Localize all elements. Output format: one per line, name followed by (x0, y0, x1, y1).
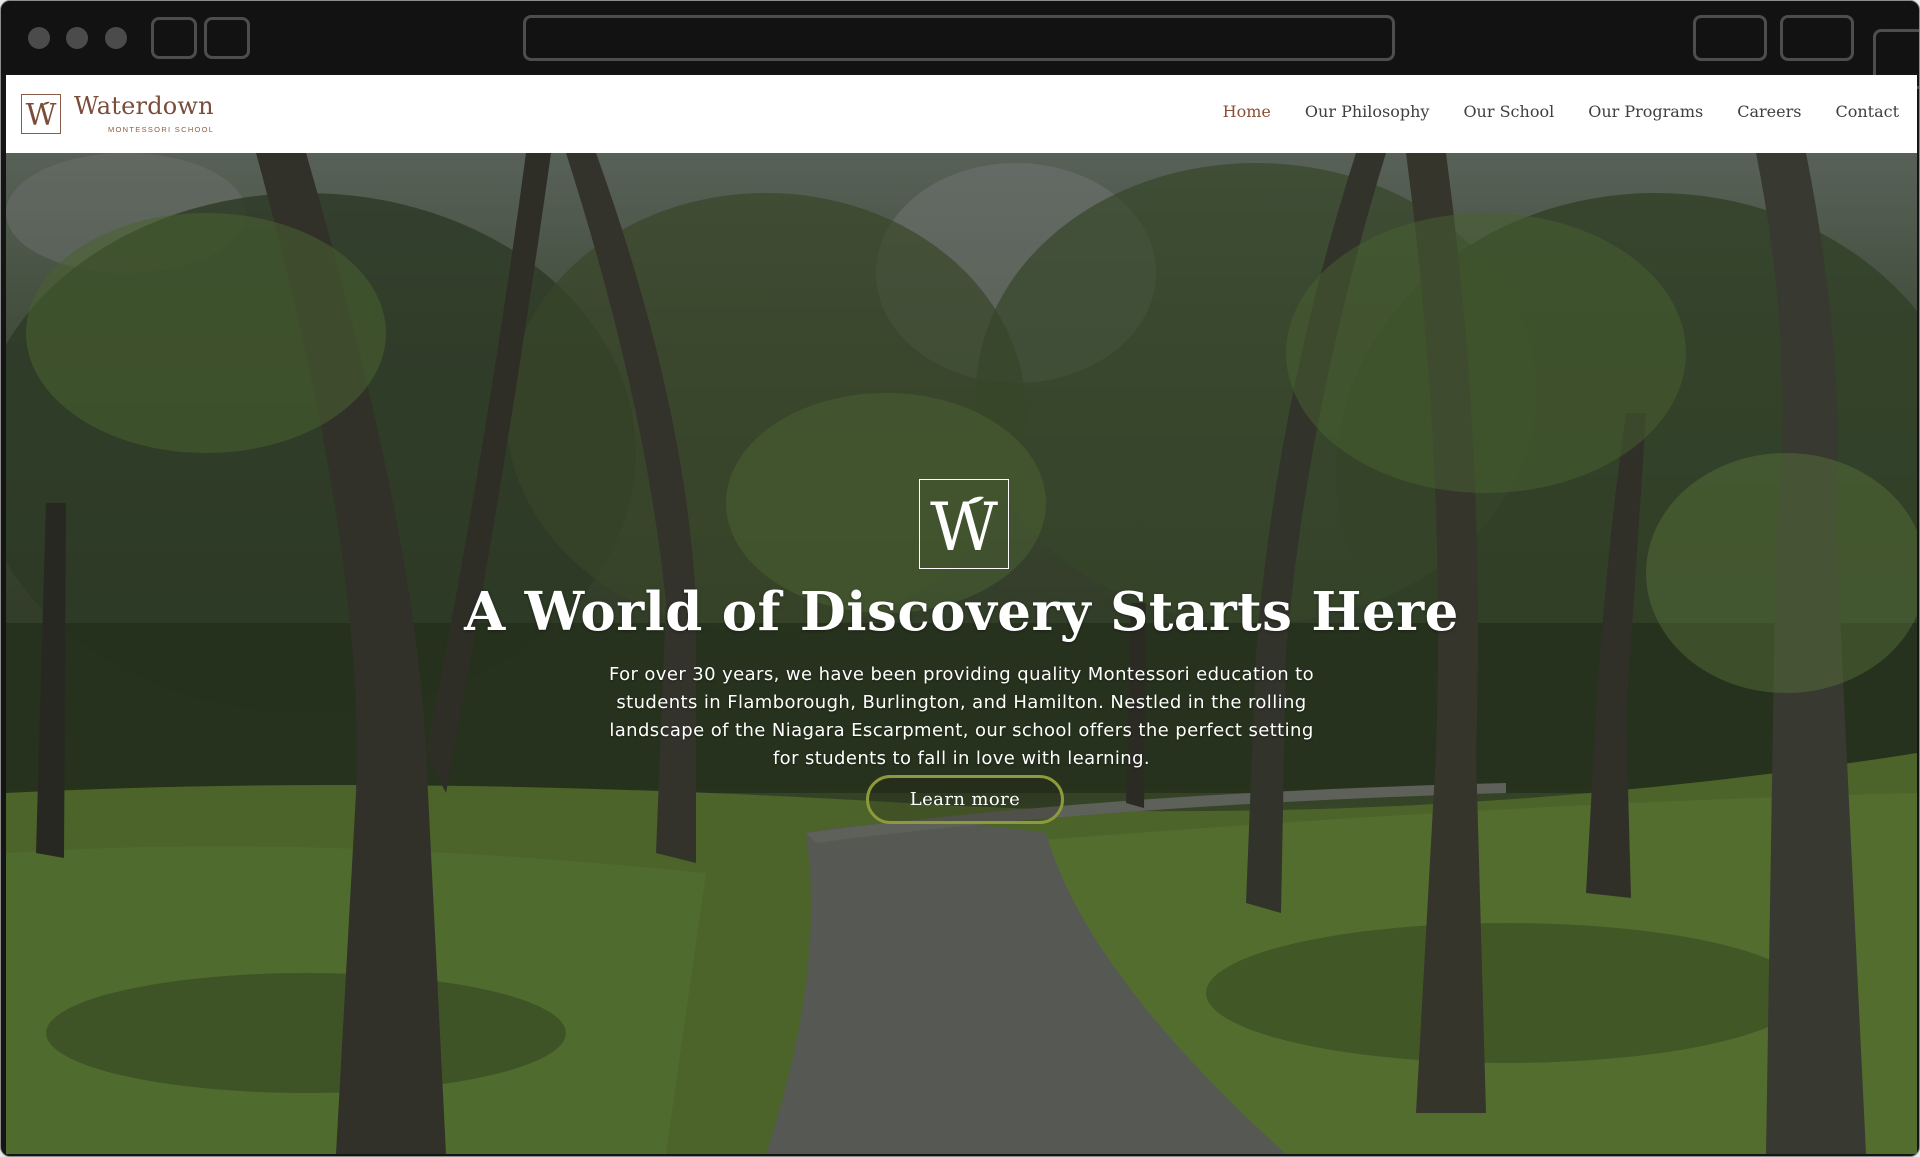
hero-title: A World of Discovery Starts Here (464, 581, 1459, 643)
main-nav: Home Our Philosophy Our School Our Progr… (1223, 102, 1899, 121)
nav-contact[interactable]: Contact (1835, 102, 1899, 121)
nav-our-school[interactable]: Our School (1463, 102, 1554, 121)
tabs-button[interactable] (1780, 15, 1854, 61)
browser-window: W Waterdown MONTESSORI SCHOOL Home Our P… (0, 0, 1920, 1157)
close-window-icon[interactable] (28, 27, 50, 49)
nav-our-programs[interactable]: Our Programs (1588, 102, 1703, 121)
share-button[interactable] (1693, 15, 1767, 61)
forward-button[interactable] (204, 17, 250, 59)
minimize-window-icon[interactable] (66, 27, 88, 49)
brand-subtitle: MONTESSORI SCHOOL (108, 125, 215, 134)
hero-description: For over 30 years, we have been providin… (608, 664, 1315, 769)
address-bar[interactable] (523, 15, 1395, 61)
hero-section: W A World of Discovery Starts Here For o… (6, 153, 1917, 1154)
svg-text:W: W (26, 98, 57, 131)
site-header: W Waterdown MONTESSORI SCHOOL Home Our P… (6, 75, 1917, 153)
learn-more-button[interactable]: Learn more (866, 775, 1064, 824)
nav-home[interactable]: Home (1223, 102, 1271, 121)
svg-text:W: W (930, 489, 998, 564)
nav-our-philosophy[interactable]: Our Philosophy (1305, 102, 1430, 121)
nav-careers[interactable]: Careers (1737, 102, 1801, 121)
page-viewport: W Waterdown MONTESSORI SCHOOL Home Our P… (6, 75, 1917, 1154)
logo-icon[interactable]: W (21, 94, 61, 134)
back-button[interactable] (151, 17, 197, 59)
hero-overlay (6, 153, 1917, 1154)
maximize-window-icon[interactable] (105, 27, 127, 49)
browser-toolbar (1, 1, 1919, 89)
brand-name[interactable]: Waterdown (74, 92, 214, 120)
hero-logo-icon: W (919, 479, 1009, 569)
